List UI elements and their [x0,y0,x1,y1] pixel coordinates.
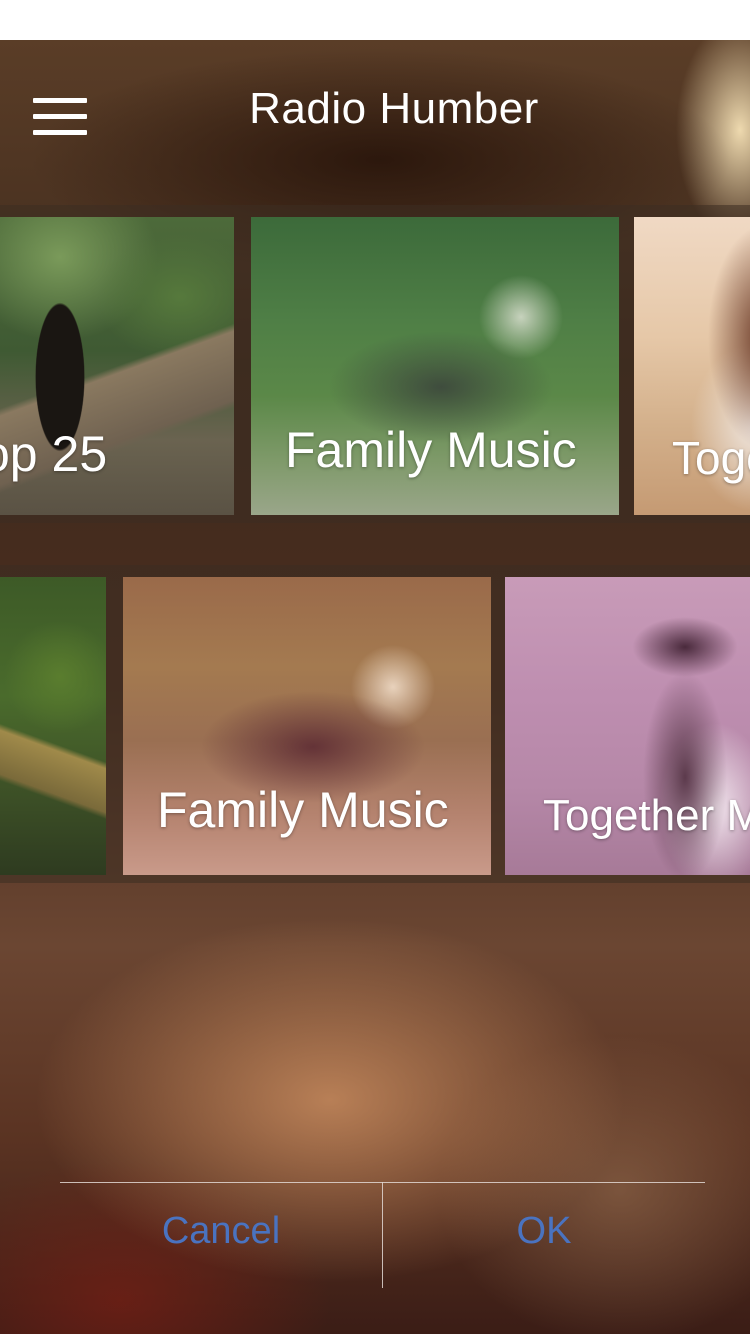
card-label: Together M [543,791,750,840]
card-label: Family Music [285,422,577,478]
playlist-row-2[interactable]: Family Music Together M [0,565,750,883]
card-label: Toge [672,432,750,484]
playlist-card[interactable]: Family Music [123,577,491,875]
cancel-button[interactable]: Cancel [60,1210,382,1260]
app-screen: Radio Humber op 25 Family Music Toge Fam… [0,40,750,1334]
playlist-card[interactable]: Family Music [251,217,619,515]
playlist-row-1[interactable]: op 25 Family Music Toge [0,205,750,523]
playlist-card[interactable]: Toge [634,217,750,515]
playlist-card[interactable] [0,577,106,875]
playlist-card[interactable]: op 25 [0,217,234,515]
card-label: op 25 [0,426,108,482]
card-label: Family Music [157,782,449,838]
status-bar [0,0,750,40]
ok-button[interactable]: OK [383,1210,705,1260]
header: Radio Humber [0,40,750,190]
playlist-card[interactable]: Together M [505,577,750,875]
page-title: Radio Humber [249,84,539,133]
